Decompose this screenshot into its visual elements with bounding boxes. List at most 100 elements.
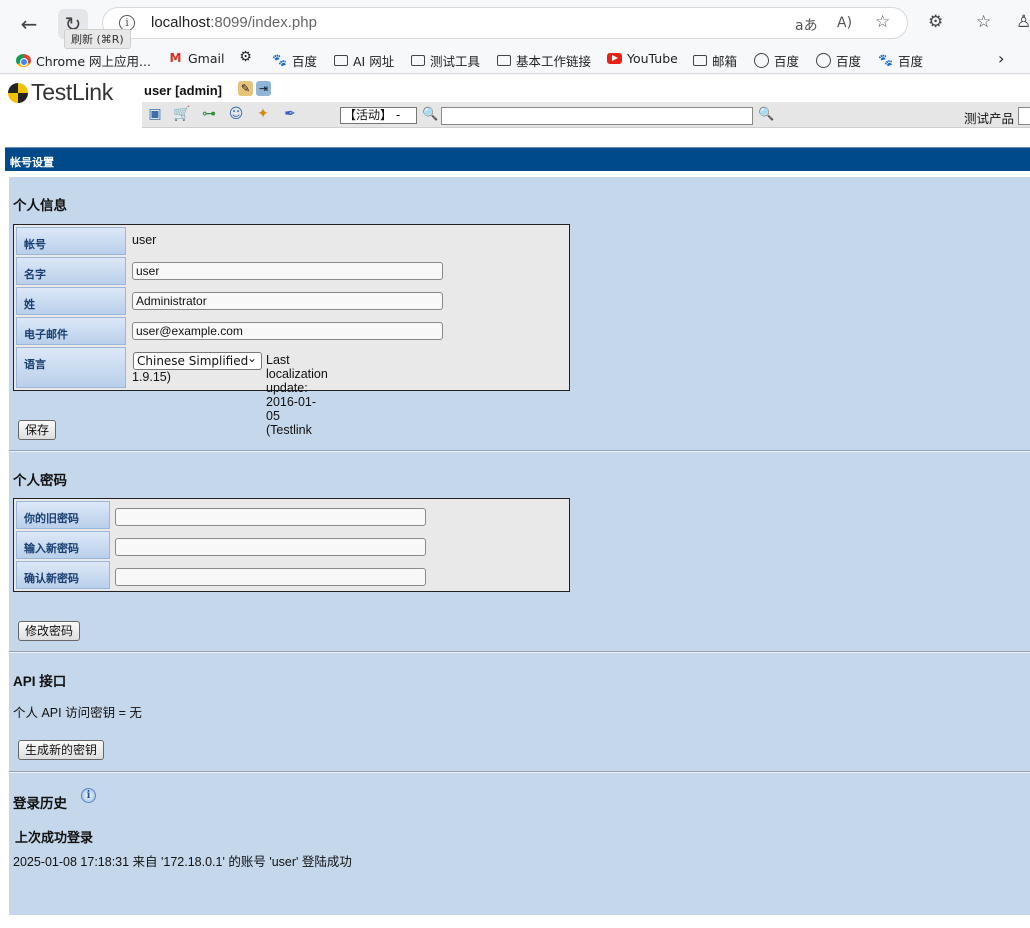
cart-icon[interactable]: 🛒 [173,106,191,123]
bookmark-label: 测试工具 [430,54,481,69]
url-host: localhost [151,14,211,31]
globe-icon [754,53,769,68]
language-select[interactable]: Chinese Simplified [133,350,262,370]
events-icon[interactable]: ✦ [254,106,272,123]
youtube-icon [607,53,622,64]
baidu-paw-icon: 🐾 [272,53,287,67]
main-toolbar: ▣ 🛒 ⊶ ☺ ✦ ✒ 【活动】 - 🔍 🔍 测试产品 [142,102,1030,128]
favorite-star-icon[interactable]: ☆ [875,12,890,32]
testlink-page: TestLink user [admin] ✎ ⇥ ▣ 🛒 ⊶ ☺ ✦ ✒ 【活… [0,75,1030,928]
search-input[interactable] [441,107,753,125]
browser-toolbar: ← ↻ 刷新 (⌘R) i localhost:8099/index.php a… [0,0,1030,49]
email-label: 电子邮件 [16,317,126,345]
account-settings-icon[interactable]: ✎ [238,81,253,96]
bookmark-chrome-store[interactable]: Chrome 网上应用... [16,51,151,70]
info-icon[interactable]: i [81,788,96,803]
back-arrow-icon[interactable]: ← [14,9,44,39]
logo-text: TestLink [31,79,113,105]
url-path: :8099/index.php [210,14,317,31]
new-password-field[interactable] [115,538,426,556]
product-label: 测试产品 [964,111,1015,126]
gear-icon: ⚙ [239,49,252,65]
folder-icon [411,55,425,66]
product-select[interactable] [1018,107,1030,125]
feather-icon[interactable]: ✒ [281,106,299,123]
account-label: 帐号 [16,227,126,255]
logo-ball-icon [8,82,28,103]
last-name-label: 姓 [16,287,126,315]
bookmark-youtube[interactable]: YouTube [607,51,678,66]
localization-version: 1.9.15) [132,370,171,384]
bookmark-label: AI 网址 [353,54,395,69]
bookmark-label: Chrome 网上应用... [36,54,151,69]
chevron-right-icon[interactable]: › [998,49,1004,68]
folder-icon [497,55,511,66]
generate-key-button[interactable]: 生成新的密钥 [18,740,105,760]
bookmark-test-tools[interactable]: 测试工具 [411,51,480,70]
bookmark-gmail[interactable]: M Gmail [168,51,225,66]
gmail-icon: M [169,51,182,65]
last-name-field[interactable]: Administrator [132,292,443,310]
page-title: 帐号设置 [5,147,1030,171]
last-login-heading: 上次成功登录 [15,830,94,845]
logout-icon[interactable]: ⇥ [256,81,271,96]
bookmark-label: 百度 [774,54,800,69]
bookmark-mail[interactable]: 邮箱 [693,51,737,70]
confirm-password-field[interactable] [115,568,426,586]
confirm-password-label: 确认新密码 [16,561,110,589]
divider [9,771,1030,773]
chrome-icon [16,54,31,67]
password-heading: 个人密码 [13,473,67,488]
url-text[interactable]: localhost:8099/index.php [151,14,317,31]
account-settings-content: 个人信息 帐号 user 名字 user 姓 Administrator 电子邮… [9,177,1030,915]
reload-tooltip: 刷新 (⌘R) [64,29,131,49]
old-password-field[interactable] [115,508,426,526]
bookmark-label: Gmail [188,51,225,66]
extensions-icon[interactable]: ⚙ [928,12,943,32]
search-icon[interactable]: 🔍 [758,107,774,122]
user-info: user [admin] [144,83,223,98]
tree-icon[interactable]: ⊶ [200,106,218,123]
baidu-paw-icon: 🐾 [878,53,893,67]
bookmark-ai-sites[interactable]: AI 网址 [334,51,394,70]
profile-icon[interactable]: ♙ [1016,12,1030,32]
desktop-icon[interactable]: ▣ [146,106,164,123]
divider [9,651,1030,653]
personal-info-form: 帐号 user 名字 user 姓 Administrator 电子邮件 use… [13,224,570,437]
globe-icon [816,53,831,68]
bookmark-settings[interactable]: ⚙ [238,49,253,65]
last-login-text: 2025-01-08 17:18:31 来自 '172.18.0.1' 的账号 … [13,855,352,869]
api-heading: API 接口 [13,674,67,689]
bookmark-label: 邮箱 [712,54,738,69]
bookmark-label: 基本工作链接 [516,54,592,69]
password-form: 你的旧密码 输入新密码 确认新密码 [13,498,570,592]
search-icon[interactable]: 🔍 [422,107,438,122]
divider [9,450,1030,452]
bookmark-baidu-3[interactable]: 百度 [816,51,861,70]
bookmark-baidu-1[interactable]: 🐾 百度 [272,51,317,70]
user-icon[interactable]: ☺ [227,106,245,123]
favorites-icon[interactable]: ☆ [976,12,991,32]
read-aloud-icon[interactable]: A) [837,15,852,31]
change-password-button[interactable]: 修改密码 [18,621,81,641]
bookmark-label: 百度 [292,54,318,69]
login-history-heading: 登录历史 [13,796,67,811]
testlink-logo[interactable]: TestLink [8,79,113,106]
language-label: 语言 [16,347,126,388]
save-button[interactable]: 保存 [18,420,57,440]
bookmark-baidu-2[interactable]: 百度 [754,51,799,70]
address-bar[interactable]: i localhost:8099/index.php aあ A) ☆ [102,7,908,39]
localization-note: Last localization update: 2016-01-05 (Te… [266,353,328,437]
bookmarks-bar: Chrome 网上应用... M Gmail ⚙ 🐾 百度 AI 网址 测试工具 基… [0,46,1030,74]
bookmark-work-links[interactable]: 基本工作链接 [497,51,591,70]
personal-info-heading: 个人信息 [13,198,67,213]
status-select[interactable]: 【活动】 - [340,107,417,124]
first-name-field[interactable]: user [132,262,443,280]
testlink-header: TestLink user [admin] ✎ ⇥ ▣ 🛒 ⊶ ☺ ✦ ✒ 【活… [0,75,1030,129]
translate-icon[interactable]: aあ [795,15,818,35]
account-value: user [132,233,157,247]
bookmark-baidu-4[interactable]: 🐾 百度 [878,51,923,70]
first-name-label: 名字 [16,257,126,285]
bookmark-label: YouTube [627,51,678,66]
email-field[interactable]: user@example.com [132,322,443,340]
